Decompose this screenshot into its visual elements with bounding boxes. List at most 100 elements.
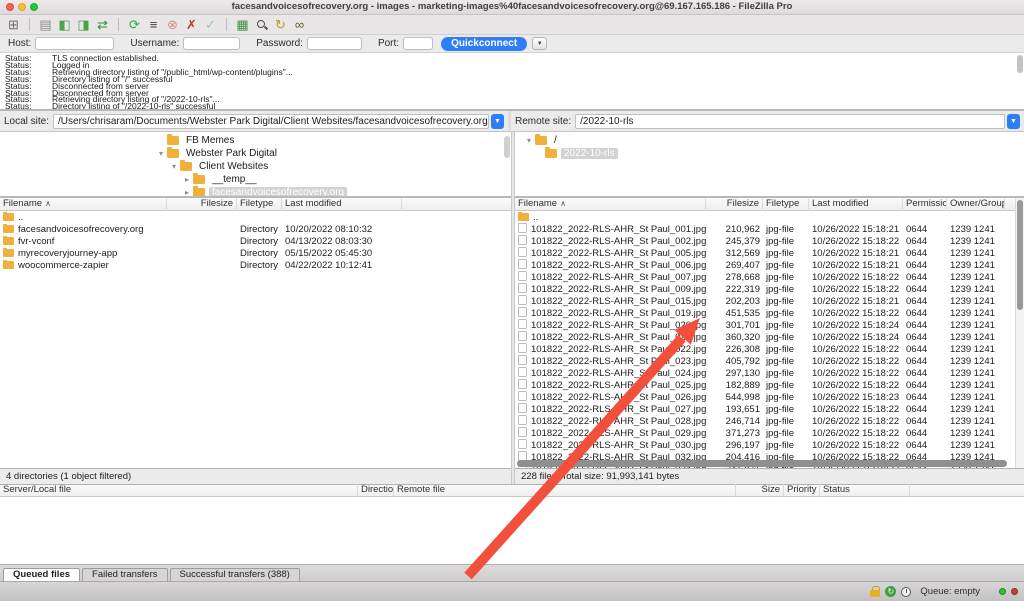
host-input[interactable]: [35, 37, 114, 50]
port-input[interactable]: [403, 37, 433, 50]
column-header[interactable]: Server/Local file: [0, 484, 358, 497]
file-cell: 0644: [903, 356, 947, 367]
file-cell: 0644: [903, 416, 947, 427]
file-row[interactable]: fvr-vconfDirectory04/13/2022 08:03:30: [0, 235, 511, 247]
file-row[interactable]: 101822_2022-RLS-AHR_St Paul_019.jpg451,5…: [515, 307, 1024, 319]
directory-comparison-icon[interactable]: ▦: [234, 16, 251, 33]
column-header[interactable]: Last modified: [809, 198, 903, 211]
file-row[interactable]: 101822_2022-RLS-AHR_St Paul_023.jpg405,7…: [515, 355, 1024, 367]
tree-item[interactable]: ▸__temp__: [0, 173, 511, 186]
remote-vscrollbar-thumb[interactable]: [1017, 200, 1023, 310]
filter-icon[interactable]: ≡: [145, 16, 162, 33]
file-cell: jpg-file: [763, 272, 809, 283]
file-row[interactable]: 101822_2022-RLS-AHR_St Paul_028.jpg246,7…: [515, 415, 1024, 427]
tree-expander-icon[interactable]: ▸: [181, 175, 193, 184]
toggle-local-tree-icon[interactable]: ◧: [56, 16, 73, 33]
toggle-remote-tree-icon[interactable]: ◨: [75, 16, 92, 33]
quickconnect-dropdown-button[interactable]: ▼: [532, 37, 547, 50]
local-site-path-combobox[interactable]: /Users/chrisaram/Documents/Webster Park …: [53, 114, 489, 129]
remote-vertical-scrollbar[interactable]: [1015, 198, 1024, 468]
tree-item[interactable]: ▸facesandvoicesofrecovery.org: [0, 186, 511, 198]
file-row[interactable]: facesandvoicesofrecovery.orgDirectory10/…: [0, 223, 511, 235]
remote-site-path-combobox[interactable]: /2022-10-rls: [575, 114, 1005, 129]
reconnect-icon[interactable]: ✓: [202, 16, 219, 33]
password-input[interactable]: [307, 37, 362, 50]
file-row[interactable]: ..: [515, 211, 1024, 223]
column-header[interactable]: Filetype: [237, 198, 282, 211]
column-header[interactable]: Size: [736, 484, 784, 497]
tree-item[interactable]: ▾Webster Park Digital: [0, 147, 511, 160]
queue-tab-failed-transfers[interactable]: Failed transfers: [82, 568, 167, 581]
tree-item[interactable]: 2022-10-rls: [515, 147, 1024, 160]
column-header[interactable]: Owner/Group: [947, 198, 1005, 211]
local-tree-scrollbar-thumb[interactable]: [504, 136, 510, 158]
column-header[interactable]: Filename∧: [0, 198, 167, 211]
site-manager-icon[interactable]: ⊞: [5, 16, 22, 33]
toggle-log-icon[interactable]: ▤: [37, 16, 54, 33]
file-icon: [518, 439, 527, 449]
local-tree-scrollbar[interactable]: [504, 136, 510, 192]
sync-status-icon[interactable]: ↻: [885, 586, 896, 597]
file-row[interactable]: woocommerce-zapierDirectory04/22/2022 10…: [0, 259, 511, 271]
tree-expander-icon[interactable]: ▸: [181, 188, 193, 197]
file-row[interactable]: 101822_2022-RLS-AHR_St Paul_025.jpg182,8…: [515, 379, 1024, 391]
quickconnect-button[interactable]: Quickconnect: [441, 37, 527, 51]
log-scrollbar[interactable]: [1017, 55, 1023, 107]
tree-item[interactable]: ▾Client Websites: [0, 160, 511, 173]
local-site-dropdown-button[interactable]: ▼: [491, 114, 504, 129]
file-row[interactable]: 101822_2022-RLS-AHR_St Paul_006.jpg269,4…: [515, 259, 1024, 271]
column-header[interactable]: Permissions: [903, 198, 947, 211]
column-header[interactable]: Remote file: [394, 484, 736, 497]
tree-item[interactable]: ▾/: [515, 134, 1024, 147]
tree-item[interactable]: FB Memes: [0, 134, 511, 147]
file-row[interactable]: 101822_2022-RLS-AHR_St Paul_015.jpg202,2…: [515, 295, 1024, 307]
file-cell: 10/26/2022 15:18:21: [809, 260, 903, 271]
synchronized-browsing-icon[interactable]: [253, 16, 270, 33]
file-row[interactable]: 101822_2022-RLS-AHR_St Paul_002.jpg245,3…: [515, 235, 1024, 247]
column-header[interactable]: Status: [820, 484, 910, 497]
column-header[interactable]: Filename∧: [515, 198, 706, 211]
file-row[interactable]: 101822_2022-RLS-AHR_St Paul_009.jpg222,3…: [515, 283, 1024, 295]
disconnect-icon[interactable]: ✗: [183, 16, 200, 33]
column-header[interactable]: Last modified: [282, 198, 402, 211]
column-header[interactable]: Priority: [784, 484, 820, 497]
file-row[interactable]: 101822_2022-RLS-AHR_St Paul_001.jpg210,9…: [515, 223, 1024, 235]
tree-expander-icon[interactable]: ▾: [155, 149, 167, 158]
file-row[interactable]: myrecoveryjourney-appDirectory05/15/2022…: [0, 247, 511, 259]
column-header[interactable]: Direction: [358, 484, 394, 497]
file-row[interactable]: 101822_2022-RLS-AHR_St Paul_024.jpg297,1…: [515, 367, 1024, 379]
filezilla-window: facesandvoicesofrecovery.org - images - …: [0, 0, 1024, 601]
file-row[interactable]: 101822_2022-RLS-AHR_St Paul_030.jpg296,1…: [515, 439, 1024, 451]
file-row[interactable]: ..: [0, 211, 511, 223]
tree-expander-icon[interactable]: ▾: [168, 162, 180, 171]
file-row[interactable]: 101822_2022-RLS-AHR_St Paul_022.jpg226,3…: [515, 343, 1024, 355]
column-header[interactable]: Filesize: [706, 198, 763, 211]
column-header[interactable]: Filesize: [167, 198, 237, 211]
file-row[interactable]: 101822_2022-RLS-AHR_St Paul_020.jpg301,7…: [515, 319, 1024, 331]
tls-lock-icon[interactable]: [870, 586, 880, 597]
log-scrollbar-thumb[interactable]: [1017, 55, 1023, 73]
username-input[interactable]: [183, 37, 240, 50]
tree-expander-icon[interactable]: ▾: [523, 136, 535, 145]
queue-tab-successful-transfers-388-[interactable]: Successful transfers (388): [170, 568, 300, 581]
file-row[interactable]: 101822_2022-RLS-AHR_St Paul_029.jpg371,2…: [515, 427, 1024, 439]
find-files-icon[interactable]: ∞: [291, 16, 308, 33]
queue-tab-queued-files[interactable]: Queued files: [3, 568, 80, 581]
file-row[interactable]: 101822_2022-RLS-AHR_St Paul_026.jpg544,9…: [515, 391, 1024, 403]
file-row[interactable]: 101822_2022-RLS-AHR_St Paul_007.jpg278,6…: [515, 271, 1024, 283]
activity-clock-icon[interactable]: [901, 587, 911, 597]
file-row[interactable]: 101822_2022-RLS-AHR_St Paul_005.jpg312,5…: [515, 247, 1024, 259]
toggle-queue-icon[interactable]: ⇄: [94, 16, 111, 33]
refresh-icon[interactable]: ⟳: [126, 16, 143, 33]
process-queue-icon[interactable]: ↻: [272, 16, 289, 33]
file-row[interactable]: 101822_2022-RLS-AHR_St Paul_027.jpg193,6…: [515, 403, 1024, 415]
cancel-icon[interactable]: ⊗: [164, 16, 181, 33]
remote-hscrollbar-thumb[interactable]: [517, 460, 1007, 467]
remote-list-rows: ..101822_2022-RLS-AHR_St Paul_001.jpg210…: [515, 211, 1024, 468]
remote-horizontal-scrollbar[interactable]: [517, 460, 1012, 467]
column-header[interactable]: Filetype: [763, 198, 809, 211]
remote-site-dropdown-button[interactable]: ▼: [1007, 114, 1020, 129]
file-icon: [518, 343, 527, 353]
file-row[interactable]: 101822_2022-RLS-AHR_St Paul_021.jpg360,3…: [515, 331, 1024, 343]
file-cell: 360,320: [706, 332, 763, 343]
